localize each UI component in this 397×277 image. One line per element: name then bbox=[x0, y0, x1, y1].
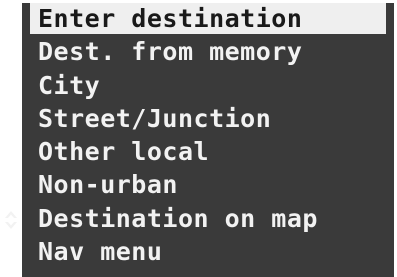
menu-item-enter-destination[interactable]: Enter destination bbox=[30, 3, 386, 34]
menu-item-label: City bbox=[38, 70, 101, 100]
menu-item-label: Non-urban bbox=[38, 170, 178, 200]
menu-item-city[interactable]: City bbox=[22, 71, 394, 101]
menu-item-nav-menu[interactable]: Nav menu bbox=[22, 237, 394, 267]
menu-item-label: Other local bbox=[38, 137, 210, 167]
menu-item-non-urban[interactable]: Non-urban bbox=[22, 170, 394, 200]
menu-item-label: Dest. from memory bbox=[38, 37, 303, 67]
menu-item-label: Street/Junction bbox=[38, 103, 272, 133]
menu-item-other-local[interactable]: Other local bbox=[22, 137, 394, 167]
menu-item-label: Destination on map bbox=[38, 203, 318, 233]
nav-menu-screen: Enter destination Dest. from memory City… bbox=[5, 3, 394, 277]
up-down-arrows-icon bbox=[4, 210, 18, 230]
destination-menu: Enter destination Dest. from memory City… bbox=[5, 3, 394, 270]
menu-item-dest-from-memory[interactable]: Dest. from memory bbox=[22, 37, 394, 67]
menu-item-label: Enter destination bbox=[38, 4, 303, 33]
menu-item-destination-on-map[interactable]: Destination on map bbox=[5, 203, 394, 234]
menu-item-street-junction[interactable]: Street/Junction bbox=[22, 104, 394, 134]
menu-item-label: Nav menu bbox=[38, 237, 163, 267]
